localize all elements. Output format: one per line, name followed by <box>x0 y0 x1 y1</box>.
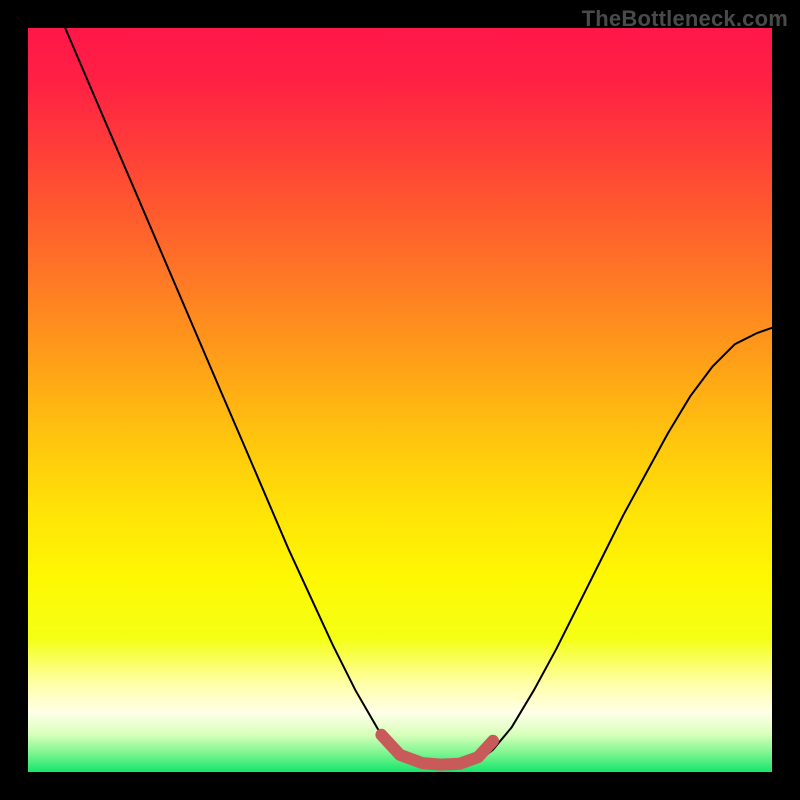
plot-background-gradient <box>28 28 772 772</box>
bottleneck-curve-chart <box>0 0 800 800</box>
chart-frame: TheBottleneck.com <box>0 0 800 800</box>
watermark-text: TheBottleneck.com <box>582 6 788 32</box>
